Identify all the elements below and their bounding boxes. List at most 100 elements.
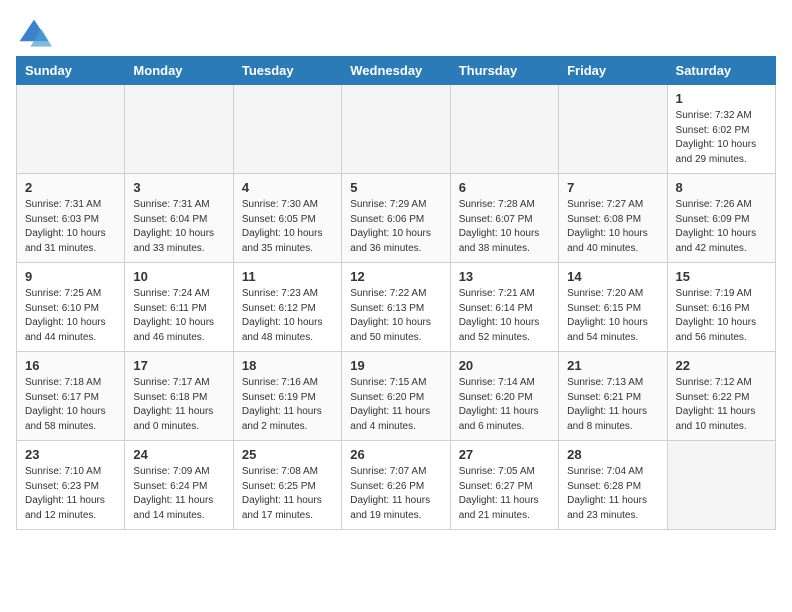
- day-info: Sunrise: 7:31 AMSunset: 6:03 PMDaylight:…: [25, 198, 116, 256]
- calendar-cell: [233, 85, 341, 174]
- calendar-cell: 4 Sunrise: 7:30 AMSunset: 6:05 PMDaylight…: [233, 174, 341, 263]
- calendar-cell: 13 Sunrise: 7:21 AMSunset: 6:14 PMDayligh…: [450, 263, 558, 352]
- day-number: 8: [676, 180, 767, 195]
- day-number: 20: [459, 358, 550, 373]
- calendar-week-1: 2 Sunrise: 7:31 AMSunset: 6:03 PMDaylight…: [17, 174, 776, 263]
- day-info: Sunrise: 7:27 AMSunset: 6:08 PMDaylight:…: [567, 198, 658, 256]
- day-header-saturday: Saturday: [667, 57, 775, 85]
- day-number: 2: [25, 180, 116, 195]
- calendar-cell: 27 Sunrise: 7:05 AMSunset: 6:27 PMDayligh…: [450, 441, 558, 530]
- calendar-cell: 28Sunrise: 7:04 AMSunset: 6:28 PMDayligh…: [559, 441, 667, 530]
- day-number: 15: [676, 269, 767, 284]
- calendar-cell: 14Sunrise: 7:20 AMSunset: 6:15 PMDayligh…: [559, 263, 667, 352]
- day-info: Sunrise: 7:20 AMSunset: 6:15 PMDaylight:…: [567, 287, 658, 345]
- calendar-header-row: SundayMondayTuesdayWednesdayThursdayFrid…: [17, 57, 776, 85]
- day-header-friday: Friday: [559, 57, 667, 85]
- day-number: 13: [459, 269, 550, 284]
- day-number: 18: [242, 358, 333, 373]
- calendar-cell: 8 Sunrise: 7:26 AMSunset: 6:09 PMDaylight…: [667, 174, 775, 263]
- day-number: 1: [676, 91, 767, 106]
- calendar-week-0: 1 Sunrise: 7:32 AMSunset: 6:02 PMDaylight…: [17, 85, 776, 174]
- calendar-cell: 12 Sunrise: 7:22 AMSunset: 6:13 PMDayligh…: [342, 263, 450, 352]
- calendar-cell: 19 Sunrise: 7:15 AMSunset: 6:20 PMDayligh…: [342, 352, 450, 441]
- day-number: 19: [350, 358, 441, 373]
- calendar-cell: [342, 85, 450, 174]
- day-number: 17: [133, 358, 224, 373]
- day-header-monday: Monday: [125, 57, 233, 85]
- calendar-cell: [125, 85, 233, 174]
- day-number: 7: [567, 180, 658, 195]
- day-number: 25: [242, 447, 333, 462]
- day-info: Sunrise: 7:12 AMSunset: 6:22 PMDaylight:…: [676, 376, 767, 434]
- calendar-cell: 1 Sunrise: 7:32 AMSunset: 6:02 PMDaylight…: [667, 85, 775, 174]
- calendar-week-3: 16Sunrise: 7:18 AMSunset: 6:17 PMDayligh…: [17, 352, 776, 441]
- day-info: Sunrise: 7:16 AMSunset: 6:19 PMDaylight:…: [242, 376, 333, 434]
- calendar-cell: 18 Sunrise: 7:16 AMSunset: 6:19 PMDayligh…: [233, 352, 341, 441]
- calendar-cell: 24 Sunrise: 7:09 AMSunset: 6:24 PMDayligh…: [125, 441, 233, 530]
- day-number: 10: [133, 269, 224, 284]
- calendar-cell: 15 Sunrise: 7:19 AMSunset: 6:16 PMDayligh…: [667, 263, 775, 352]
- day-number: 12: [350, 269, 441, 284]
- calendar-cell: 16Sunrise: 7:18 AMSunset: 6:17 PMDayligh…: [17, 352, 125, 441]
- day-info: Sunrise: 7:31 AMSunset: 6:04 PMDaylight:…: [133, 198, 224, 256]
- day-info: Sunrise: 7:07 AMSunset: 6:26 PMDaylight:…: [350, 465, 441, 523]
- day-info: Sunrise: 7:15 AMSunset: 6:20 PMDaylight:…: [350, 376, 441, 434]
- day-number: 23: [25, 447, 116, 462]
- day-number: 6: [459, 180, 550, 195]
- day-info: Sunrise: 7:24 AMSunset: 6:11 PMDaylight:…: [133, 287, 224, 345]
- logo-icon: [16, 16, 52, 52]
- calendar-cell: 3 Sunrise: 7:31 AMSunset: 6:04 PMDaylight…: [125, 174, 233, 263]
- day-info: Sunrise: 7:19 AMSunset: 6:16 PMDaylight:…: [676, 287, 767, 345]
- day-number: 21: [567, 358, 658, 373]
- day-info: Sunrise: 7:09 AMSunset: 6:24 PMDaylight:…: [133, 465, 224, 523]
- calendar-cell: 5 Sunrise: 7:29 AMSunset: 6:06 PMDaylight…: [342, 174, 450, 263]
- calendar-cell: 22 Sunrise: 7:12 AMSunset: 6:22 PMDayligh…: [667, 352, 775, 441]
- day-info: Sunrise: 7:32 AMSunset: 6:02 PMDaylight:…: [676, 109, 767, 167]
- day-number: 28: [567, 447, 658, 462]
- day-info: Sunrise: 7:08 AMSunset: 6:25 PMDaylight:…: [242, 465, 333, 523]
- day-header-wednesday: Wednesday: [342, 57, 450, 85]
- calendar-cell: 23 Sunrise: 7:10 AMSunset: 6:23 PMDayligh…: [17, 441, 125, 530]
- day-info: Sunrise: 7:25 AMSunset: 6:10 PMDaylight:…: [25, 287, 116, 345]
- day-info: Sunrise: 7:10 AMSunset: 6:23 PMDaylight:…: [25, 465, 116, 523]
- day-number: 9: [25, 269, 116, 284]
- calendar-cell: 25 Sunrise: 7:08 AMSunset: 6:25 PMDayligh…: [233, 441, 341, 530]
- day-info: Sunrise: 7:23 AMSunset: 6:12 PMDaylight:…: [242, 287, 333, 345]
- day-info: Sunrise: 7:30 AMSunset: 6:05 PMDaylight:…: [242, 198, 333, 256]
- calendar-week-4: 23 Sunrise: 7:10 AMSunset: 6:23 PMDayligh…: [17, 441, 776, 530]
- day-number: 5: [350, 180, 441, 195]
- day-number: 4: [242, 180, 333, 195]
- day-info: Sunrise: 7:28 AMSunset: 6:07 PMDaylight:…: [459, 198, 550, 256]
- day-info: Sunrise: 7:17 AMSunset: 6:18 PMDaylight:…: [133, 376, 224, 434]
- calendar-cell: [559, 85, 667, 174]
- day-info: Sunrise: 7:22 AMSunset: 6:13 PMDaylight:…: [350, 287, 441, 345]
- calendar-cell: 6 Sunrise: 7:28 AMSunset: 6:07 PMDaylight…: [450, 174, 558, 263]
- day-info: Sunrise: 7:13 AMSunset: 6:21 PMDaylight:…: [567, 376, 658, 434]
- day-header-tuesday: Tuesday: [233, 57, 341, 85]
- day-number: 3: [133, 180, 224, 195]
- day-number: 22: [676, 358, 767, 373]
- calendar-cell: 21 Sunrise: 7:13 AMSunset: 6:21 PMDayligh…: [559, 352, 667, 441]
- logo: [16, 16, 56, 52]
- day-info: Sunrise: 7:05 AMSunset: 6:27 PMDaylight:…: [459, 465, 550, 523]
- calendar-cell: [667, 441, 775, 530]
- calendar-cell: 26Sunrise: 7:07 AMSunset: 6:26 PMDayligh…: [342, 441, 450, 530]
- day-info: Sunrise: 7:14 AMSunset: 6:20 PMDaylight:…: [459, 376, 550, 434]
- day-info: Sunrise: 7:29 AMSunset: 6:06 PMDaylight:…: [350, 198, 441, 256]
- day-info: Sunrise: 7:26 AMSunset: 6:09 PMDaylight:…: [676, 198, 767, 256]
- calendar-cell: 2 Sunrise: 7:31 AMSunset: 6:03 PMDaylight…: [17, 174, 125, 263]
- calendar-week-2: 9 Sunrise: 7:25 AMSunset: 6:10 PMDaylight…: [17, 263, 776, 352]
- calendar-cell: 9 Sunrise: 7:25 AMSunset: 6:10 PMDaylight…: [17, 263, 125, 352]
- day-header-sunday: Sunday: [17, 57, 125, 85]
- calendar-cell: [450, 85, 558, 174]
- calendar-table: SundayMondayTuesdayWednesdayThursdayFrid…: [16, 56, 776, 530]
- page-header: [16, 16, 776, 52]
- day-number: 27: [459, 447, 550, 462]
- day-info: Sunrise: 7:21 AMSunset: 6:14 PMDaylight:…: [459, 287, 550, 345]
- calendar-cell: 11Sunrise: 7:23 AMSunset: 6:12 PMDayligh…: [233, 263, 341, 352]
- day-number: 24: [133, 447, 224, 462]
- calendar-cell: 10 Sunrise: 7:24 AMSunset: 6:11 PMDayligh…: [125, 263, 233, 352]
- day-info: Sunrise: 7:18 AMSunset: 6:17 PMDaylight:…: [25, 376, 116, 434]
- calendar-cell: 20 Sunrise: 7:14 AMSunset: 6:20 PMDayligh…: [450, 352, 558, 441]
- day-header-thursday: Thursday: [450, 57, 558, 85]
